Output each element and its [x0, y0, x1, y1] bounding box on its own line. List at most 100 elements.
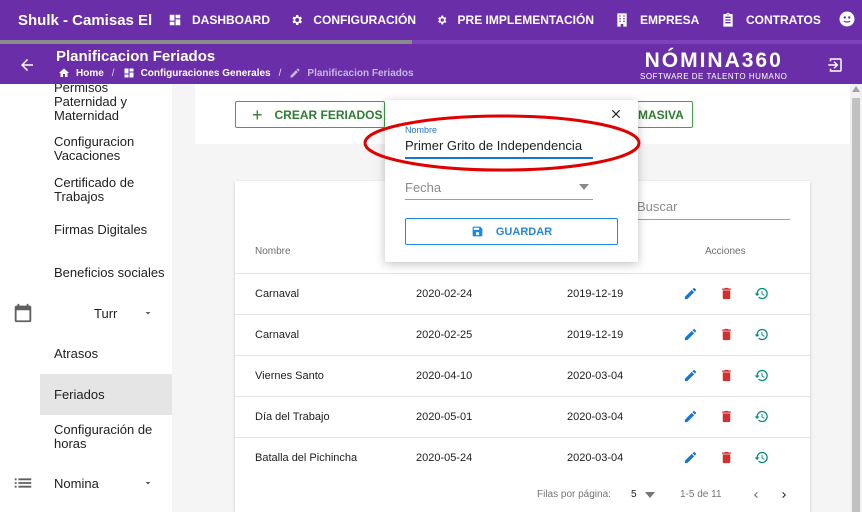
- nav-dashboard-label: DASHBOARD: [192, 13, 270, 27]
- caret-down-icon[interactable]: [579, 184, 589, 190]
- history-icon[interactable]: [754, 409, 769, 424]
- chevron-left-icon[interactable]: [750, 489, 762, 501]
- edit-icon[interactable]: [683, 327, 698, 342]
- sidebar-item-label: Beneficios sociales: [54, 265, 165, 280]
- search-input[interactable]: Buscar: [637, 199, 677, 214]
- pencil-icon: [290, 68, 300, 78]
- breadcrumb-current: Planificacion Feriados: [289, 67, 414, 79]
- history-icon[interactable]: [754, 286, 769, 301]
- gear-icon: [438, 15, 447, 25]
- edit-icon[interactable]: [683, 409, 698, 424]
- sidebar-item-label: Permisos Paternidad y Maternidad: [54, 84, 127, 123]
- holiday-name: Viernes Santo: [255, 370, 324, 382]
- sidebar-item-permisos[interactable]: Permisos Paternidad y Maternidad: [40, 84, 172, 123]
- page-scrollbar[interactable]: [850, 84, 862, 512]
- sidebar-item-label: Firmas Digitales: [54, 222, 148, 237]
- holiday-date: 2020-02-24: [416, 288, 473, 300]
- nav-pre-implementacion[interactable]: PRE IMPLEMENTACIÓN: [426, 0, 604, 40]
- breadcrumb: Home / Configuraciones Generales / Plani…: [58, 67, 414, 79]
- holiday-name: Carnaval: [255, 288, 300, 300]
- sidebar-item-label: Feriados: [54, 386, 105, 402]
- back-arrow-icon[interactable]: [18, 56, 36, 74]
- nav-empresa[interactable]: EMPRESA: [604, 0, 710, 40]
- sidebar-item-certificado[interactable]: Certificado de Trabajos: [40, 173, 172, 207]
- sidebar-item-atrasos[interactable]: Atrasos: [40, 344, 172, 364]
- home-icon: [59, 68, 69, 77]
- dashboard-icon: [124, 68, 134, 78]
- delete-icon[interactable]: [719, 368, 734, 383]
- search-underline: [637, 219, 790, 220]
- edit-icon[interactable]: [683, 368, 698, 383]
- edit-icon[interactable]: [683, 450, 698, 465]
- bulk-upload-label: MASIVA: [638, 107, 684, 122]
- nav-contratos[interactable]: CONTRATOS: [710, 0, 834, 40]
- delete-icon[interactable]: [719, 327, 734, 342]
- nav-dashboard[interactable]: DASHBOARD: [158, 0, 280, 40]
- sidebar-group-nomina[interactable]: Nomina: [0, 470, 172, 496]
- highlight-ellipse: [363, 114, 641, 172]
- breadcrumb-home[interactable]: Home: [76, 68, 104, 79]
- sidebar-group-label: Nomina: [54, 475, 99, 491]
- column-header-actions: Acciones: [705, 246, 746, 257]
- user-face-icon[interactable]: [838, 10, 856, 28]
- save-label: GUARDAR: [495, 225, 553, 238]
- sidebar-group-label: Turr: [94, 305, 118, 321]
- table-row: Carnaval 2020-02-25 2019-12-19: [235, 314, 810, 355]
- delete-icon[interactable]: [719, 286, 734, 301]
- date-select[interactable]: Fecha: [405, 180, 441, 195]
- nav-configuracion-label: CONFIGURACIÓN: [313, 13, 416, 27]
- holiday-created: 2020-03-04: [567, 411, 624, 423]
- table-row: Día del Trabajo 2020-05-01 2020-03-04: [235, 396, 810, 437]
- scroll-up-arrow[interactable]: [852, 86, 860, 92]
- history-icon[interactable]: [754, 327, 769, 342]
- caret-down-icon: [145, 312, 151, 315]
- building-icon: [617, 13, 627, 27]
- sidebar: Permisos Paternidad y Maternidad Configu…: [0, 84, 172, 512]
- column-header-name[interactable]: Nombre: [255, 246, 291, 257]
- sidebar-item-label: Atrasos: [54, 346, 99, 361]
- breadcrumb-separator: /: [278, 67, 282, 79]
- delete-icon[interactable]: [719, 409, 734, 424]
- holiday-created: 2019-12-19: [567, 329, 624, 341]
- breadcrumb-parent[interactable]: Configuraciones Generales: [141, 68, 271, 79]
- sidebar-group-turr[interactable]: Turr: [0, 300, 172, 326]
- breadcrumb-current-label: Planificacion Feriados: [307, 67, 414, 79]
- history-icon[interactable]: [754, 450, 769, 465]
- gear-icon: [292, 15, 302, 25]
- history-icon[interactable]: [754, 368, 769, 383]
- nav-configuracion[interactable]: CONFIGURACIÓN: [280, 0, 426, 40]
- delete-icon[interactable]: [719, 450, 734, 465]
- holiday-name: Carnaval: [255, 329, 300, 341]
- chevron-right-icon[interactable]: [778, 489, 790, 501]
- rows-per-page-label: Filas por página:: [537, 489, 611, 500]
- sidebar-item-label: Certificado de Trabajos: [54, 175, 135, 204]
- date-underline: [405, 199, 593, 200]
- nomina360-logo: NÓMINA360 SOFTWARE DE TALENTO HUMANO: [640, 50, 788, 82]
- sidebar-item-vacaciones[interactable]: Configuracion Vacaciones: [40, 132, 172, 166]
- rows-per-page-select[interactable]: 5: [631, 489, 637, 500]
- holiday-created: 2020-03-04: [567, 452, 624, 464]
- save-button[interactable]: GUARDAR: [405, 218, 618, 245]
- list-icon: [14, 478, 32, 488]
- plus-icon: +: [252, 104, 263, 125]
- app-title[interactable]: Shulk - Camisas El: [0, 12, 158, 29]
- floppy-disk-icon: [472, 226, 483, 237]
- holiday-name: Día del Trabajo: [255, 411, 330, 423]
- clipboard-icon: [723, 12, 733, 27]
- pagination-range: 1-5 de 11: [680, 489, 722, 500]
- sidebar-item-firmas[interactable]: Firmas Digitales: [40, 220, 172, 240]
- top-navbar: Shulk - Camisas El DASHBOARD CONFIGURACI…: [0, 0, 862, 40]
- sidebar-item-feriados[interactable]: Feriados: [40, 374, 172, 415]
- caret-down-icon[interactable]: [645, 492, 655, 498]
- caret-down-icon: [145, 482, 151, 485]
- nav-empresa-label: EMPRESA: [640, 13, 700, 27]
- edit-icon[interactable]: [683, 286, 698, 301]
- holiday-date: 2020-05-01: [416, 411, 473, 423]
- scroll-thumb[interactable]: [852, 98, 860, 512]
- sidebar-item-horas[interactable]: Configuración de horas: [40, 420, 172, 454]
- dashboard-icon: [169, 14, 181, 26]
- logo-tagline: SOFTWARE DE TALENTO HUMANO: [640, 72, 788, 81]
- logout-icon[interactable]: [826, 56, 844, 74]
- nav-contratos-label: CONTRATOS: [746, 13, 821, 27]
- sidebar-item-beneficios[interactable]: Beneficios sociales: [40, 256, 172, 290]
